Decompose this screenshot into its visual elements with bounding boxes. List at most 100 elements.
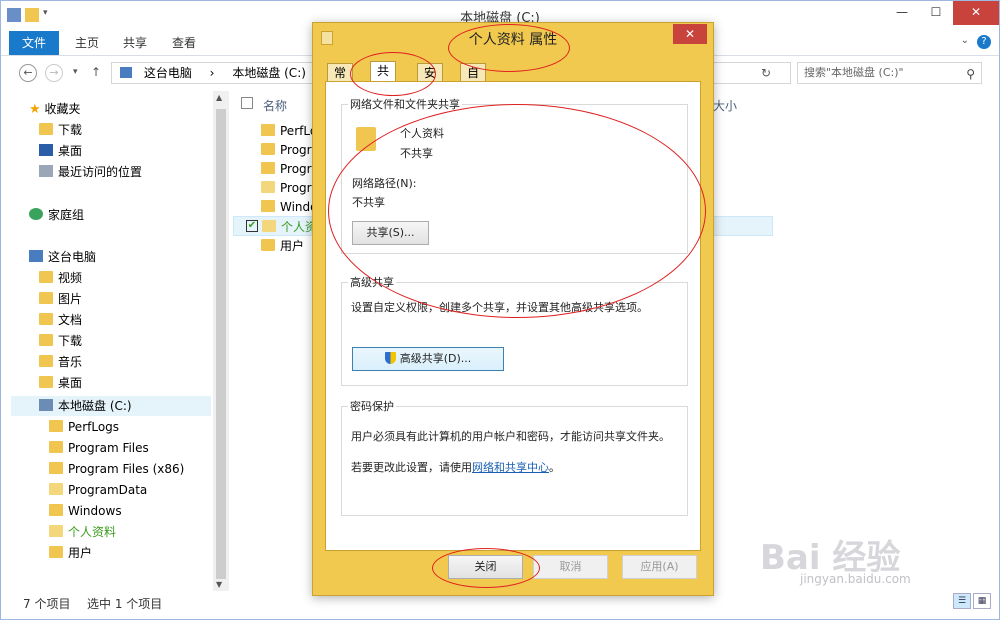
list-item[interactable]: Progra [233, 178, 319, 198]
folder-icon [49, 462, 63, 474]
videos-folder-icon [39, 271, 53, 283]
homegroup-icon [29, 208, 43, 220]
scroll-down-icon[interactable]: ▼ [216, 580, 222, 589]
nav-downloads[interactable]: 下载 [39, 331, 82, 351]
close-button[interactable]: 关闭 [448, 555, 523, 579]
desktop-folder-icon [39, 376, 53, 388]
folder-icon [261, 181, 275, 193]
nav-program-files-x86[interactable]: Program Files (x86) [49, 459, 184, 479]
network-path-value: 不共享 [352, 196, 385, 209]
nav-drive-c[interactable]: 本地磁盘 (C:) [11, 396, 211, 416]
tab-view[interactable]: 查看 [172, 31, 196, 55]
breadcrumb-this-pc[interactable]: 这台电脑 [144, 66, 192, 80]
up-icon[interactable]: ↑ [91, 65, 101, 79]
list-item[interactable]: Progra [233, 140, 319, 160]
nav-desktop[interactable]: 桌面 [39, 373, 82, 393]
nav-videos[interactable]: 视频 [39, 268, 82, 288]
advanced-share-description: 设置自定义权限，创建多个共享，并设置其他高级共享选项。 [351, 301, 648, 314]
desktop-icon [39, 144, 53, 156]
download-folder-icon [39, 123, 53, 135]
folder-icon [49, 420, 63, 432]
nav-perflogs[interactable]: PerfLogs [49, 417, 119, 437]
baidu-watermark-url: jingyan.baidu.com [800, 572, 911, 586]
column-name[interactable]: 名称 [263, 97, 287, 114]
view-buttons: ☰ ▦ [953, 593, 991, 609]
download-folder-icon [39, 334, 53, 346]
breadcrumb-drive[interactable]: 本地磁盘 (C:) [232, 66, 306, 80]
help-icon[interactable]: ? [977, 35, 991, 49]
nav-fav-desktop[interactable]: 桌面 [39, 141, 82, 161]
dialog-title: 个人资料 属性 [468, 32, 558, 48]
list-item[interactable]: Windo [233, 197, 318, 217]
search-input[interactable]: 搜索"本地磁盘 (C:)" ⚲ [797, 62, 982, 84]
nav-fav-recent[interactable]: 最近访问的位置 [39, 162, 142, 182]
password-protection-group: 密码保护 用户必须具有此计算机的用户帐户和密码，才能访问共享文件夹。 若要更改此… [341, 398, 688, 516]
item-checkbox[interactable]: ✔ [246, 220, 258, 232]
folder-icon [261, 239, 275, 251]
forward-button[interactable]: → [45, 64, 63, 82]
nav-homegroup[interactable]: 家庭组 [29, 205, 84, 225]
apply-button[interactable]: 应用(A) [622, 555, 697, 579]
nav-this-pc[interactable]: 这台电脑 [29, 247, 96, 267]
network-sharing-center-link[interactable]: 网络和共享中心 [472, 461, 549, 474]
folder-share-state: 不共享 [400, 147, 433, 160]
selected-count: 选中 1 个项目 [87, 597, 163, 611]
advanced-share-group: 高级共享 设置自定义权限，创建多个共享，并设置其他高级共享选项。 高级共享(D)… [341, 274, 688, 386]
advanced-share-button[interactable]: 高级共享(D)... [352, 347, 504, 371]
nav-pictures[interactable]: 图片 [39, 289, 82, 309]
maximize-button[interactable]: ☐ [919, 1, 953, 25]
column-size[interactable]: 大小 [713, 97, 737, 114]
back-button[interactable]: ← [19, 64, 37, 82]
folder-icon [49, 504, 63, 516]
uac-shield-icon [384, 352, 396, 364]
nav-programdata[interactable]: ProgramData [49, 480, 147, 500]
change-setting-text: 若要更改此设置，请使用网络和共享中心。 [351, 461, 560, 474]
item-count: 7 个项目 [23, 597, 71, 611]
tab-customize[interactable]: 自定义 [460, 63, 487, 116]
nav-users[interactable]: 用户 [49, 543, 92, 563]
search-placeholder: 搜索"本地磁盘 (C:)" [804, 66, 904, 79]
expand-ribbon-icon[interactable]: ⌄ [961, 35, 969, 46]
list-item[interactable]: 用户 [233, 236, 304, 256]
properties-dialog: 个人资料 属性 ✕ 常规 共享 安全 自定义 网络文件和文件夹共享 个人资料 不… [312, 22, 714, 596]
scrollbar-thumb[interactable] [216, 109, 226, 579]
recent-locations-icon[interactable]: ▾ [73, 67, 78, 77]
close-dialog-button[interactable]: ✕ [673, 24, 707, 44]
nav-documents[interactable]: 文档 [39, 310, 82, 330]
folder-icon [261, 162, 275, 174]
network-share-group: 网络文件和文件夹共享 个人资料 不共享 网络路径(N): 不共享 共享(S)..… [341, 96, 688, 254]
nav-program-files[interactable]: Program Files [49, 438, 149, 458]
close-window-button[interactable]: ✕ [953, 1, 999, 25]
nav-scrollbar[interactable]: ▲ ▼ [213, 91, 229, 591]
tab-general[interactable]: 常规 [327, 63, 354, 98]
share-button[interactable]: 共享(S)... [352, 221, 429, 245]
computer-icon [29, 250, 43, 262]
list-item[interactable]: Progra [233, 159, 319, 179]
search-icon[interactable]: ⚲ [966, 64, 975, 84]
nav-music[interactable]: 音乐 [39, 352, 82, 372]
details-view-icon[interactable]: ☰ [953, 593, 971, 609]
nav-windows[interactable]: Windows [49, 501, 122, 521]
nav-fav-downloads[interactable]: 下载 [39, 120, 82, 140]
network-path-label: 网络路径(N): [352, 177, 417, 190]
documents-folder-icon [39, 313, 53, 325]
recent-places-icon [39, 165, 53, 177]
scroll-up-icon[interactable]: ▲ [216, 93, 222, 102]
nav-personal[interactable]: 个人资料 [49, 522, 116, 542]
tab-share[interactable]: 共享 [123, 31, 147, 55]
tab-home[interactable]: 主页 [75, 31, 99, 55]
dialog-body: 网络文件和文件夹共享 个人资料 不共享 网络路径(N): 不共享 共享(S)..… [325, 81, 701, 551]
folder-icon [49, 525, 63, 537]
group-title: 密码保护 [348, 398, 396, 414]
select-all-checkbox[interactable] [241, 97, 253, 109]
tab-file[interactable]: 文件 [9, 31, 59, 55]
password-description: 用户必须具有此计算机的用户帐户和密码，才能访问共享文件夹。 [351, 430, 670, 443]
minimize-button[interactable]: — [885, 1, 919, 25]
large-icons-view-icon[interactable]: ▦ [973, 593, 991, 609]
computer-icon [120, 67, 132, 78]
tab-security[interactable]: 安全 [417, 63, 444, 98]
refresh-icon[interactable]: ↻ [761, 66, 771, 80]
nav-favorites[interactable]: ★ 收藏夹 [29, 99, 81, 119]
shared-folder-icon [356, 127, 376, 151]
cancel-button[interactable]: 取消 [533, 555, 608, 579]
